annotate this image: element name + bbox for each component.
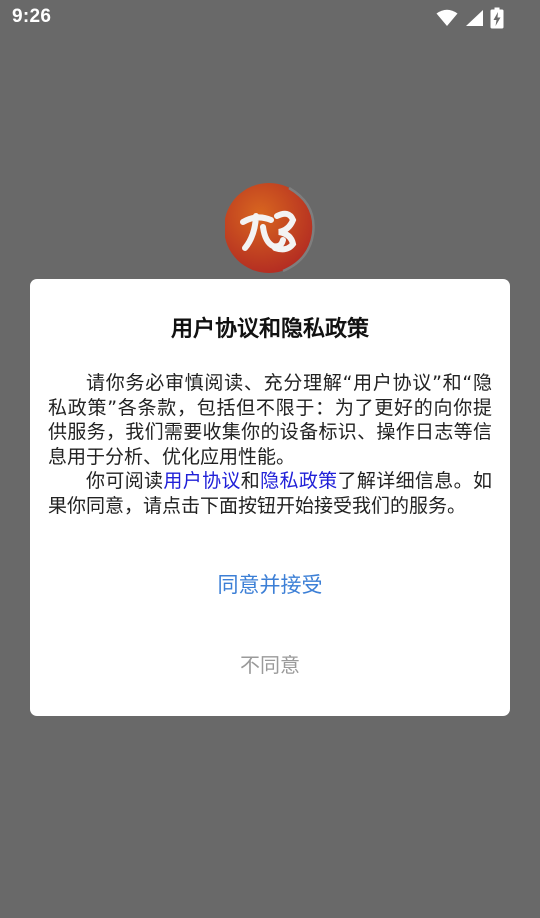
consent-dialog: 用户协议和隐私政策 请你务必审慎阅读、充分理解“用户协议”和“隐私政策”各条款，… — [30, 279, 510, 716]
paragraph-joiner: 和 — [240, 470, 261, 492]
consent-paragraph: 请你务必审慎阅读、充分理解“用户协议”和“隐私政策”各条款，包括但不限于：为了更… — [48, 372, 492, 468]
consent-paragraph-links: 你可阅读用户协议和隐私政策了解详细信息。如果你同意，请点击下面按钮开始接受我们的… — [48, 469, 492, 518]
dialog-title: 用户协议和隐私政策 — [170, 317, 369, 342]
status-bar: 9:26 — [0, 0, 540, 36]
agree-button[interactable]: 同意并接受 — [30, 565, 510, 605]
status-time: 9:26 — [12, 6, 52, 27]
user-agreement-link[interactable]: 用户协议 — [163, 470, 240, 492]
dialog-body: 请你务必审慎阅读、充分理解“用户协议”和“隐私政策”各条款，包括但不限于：为了更… — [48, 371, 492, 518]
battery-charging-icon — [490, 7, 504, 29]
wifi-icon — [436, 9, 458, 26]
cellular-signal-icon — [466, 10, 483, 26]
disagree-button[interactable]: 不同意 — [30, 645, 510, 685]
app-logo-icon — [225, 183, 315, 273]
privacy-policy-link[interactable]: 隐私政策 — [260, 470, 337, 492]
paragraph-prefix: 你可阅读 — [86, 470, 164, 492]
status-icons — [436, 7, 504, 29]
